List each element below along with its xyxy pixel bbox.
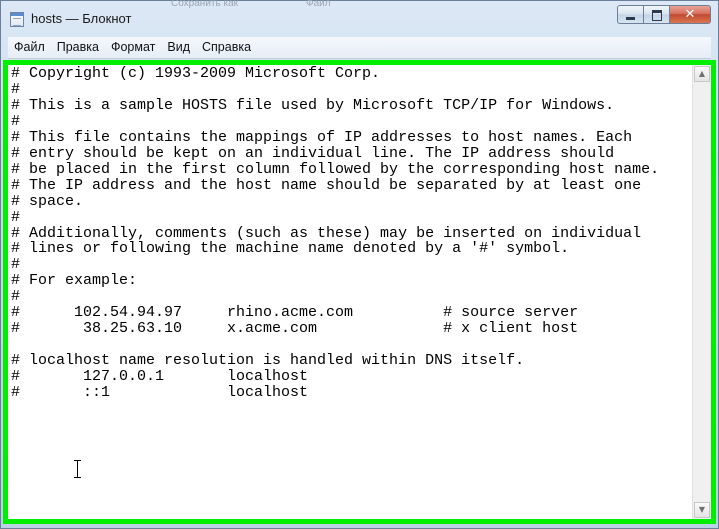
text-line[interactable]: # The IP address and the host name shoul… <box>11 177 641 194</box>
background-window-text: Файл <box>306 0 331 9</box>
menu-edit[interactable]: Правка <box>51 37 105 58</box>
text-line[interactable]: # ::1 localhost <box>11 384 308 401</box>
scroll-up-button[interactable]: ▲ <box>694 66 710 82</box>
notepad-window: hosts — Блокнот Сохранить как Файл ✕ Фай… <box>0 0 719 529</box>
maximize-icon <box>652 10 662 21</box>
text-line[interactable]: # <box>11 209 20 226</box>
minimize-icon <box>626 17 635 20</box>
text-line[interactable]: # <box>11 256 20 273</box>
background-window-text: Сохранить как <box>171 0 239 9</box>
minimize-button[interactable] <box>617 5 643 24</box>
text-line[interactable]: # be placed in the first column followed… <box>11 161 659 178</box>
menu-file[interactable]: Файл <box>8 37 51 58</box>
maximize-button[interactable] <box>643 5 669 24</box>
menu-help[interactable]: Справка <box>196 37 257 58</box>
text-line[interactable]: # For example: <box>11 272 137 289</box>
notepad-icon[interactable] <box>10 12 24 27</box>
text-cursor-icon <box>74 460 81 478</box>
arrow-down-icon: ▼ <box>698 505 706 514</box>
text-editor[interactable]: # Copyright (c) 1993-2009 Microsoft Corp… <box>3 60 716 524</box>
scroll-down-button[interactable]: ▼ <box>694 502 710 518</box>
text-area[interactable]: # Copyright (c) 1993-2009 Microsoft Corp… <box>8 65 692 519</box>
text-line[interactable]: # entry should be kept on an individual … <box>11 145 614 162</box>
menu-format[interactable]: Формат <box>105 37 161 58</box>
text-line[interactable]: # <box>11 288 20 305</box>
text-line[interactable]: # <box>11 81 20 98</box>
text-line[interactable]: # space. <box>11 193 83 210</box>
menu-view[interactable]: Вид <box>161 37 196 58</box>
title-bar[interactable]: hosts — Блокнот Сохранить как Файл ✕ <box>1 0 718 37</box>
menu-bar: Файл Правка Формат Вид Справка <box>8 37 711 59</box>
text-line[interactable]: # This file contains the mappings of IP … <box>11 129 632 146</box>
close-icon: ✕ <box>684 7 696 22</box>
text-line[interactable]: # Copyright (c) 1993-2009 Microsoft Corp… <box>11 65 380 82</box>
text-line[interactable]: # Additionally, comments (such as these)… <box>11 225 641 242</box>
text-line[interactable]: # This is a sample HOSTS file used by Mi… <box>11 97 614 114</box>
text-line[interactable]: # lines or following the machine name de… <box>11 240 569 257</box>
window-title: hosts — Блокнот <box>31 11 132 26</box>
text-line[interactable]: # 38.25.63.10 x.acme.com # x client host <box>11 320 578 337</box>
text-line[interactable]: # 102.54.94.97 rhino.acme.com # source s… <box>11 304 578 321</box>
caption-buttons: ✕ <box>617 5 711 26</box>
vertical-scrollbar[interactable]: ▲ ▼ <box>692 65 711 519</box>
close-button[interactable]: ✕ <box>669 5 711 24</box>
text-line[interactable]: # <box>11 113 20 130</box>
arrow-up-icon: ▲ <box>698 69 706 78</box>
text-line[interactable]: # localhost name resolution is handled w… <box>11 352 524 369</box>
file-content[interactable]: # Copyright (c) 1993-2009 Microsoft Corp… <box>8 65 692 401</box>
text-line[interactable]: # 127.0.0.1 localhost <box>11 368 308 385</box>
